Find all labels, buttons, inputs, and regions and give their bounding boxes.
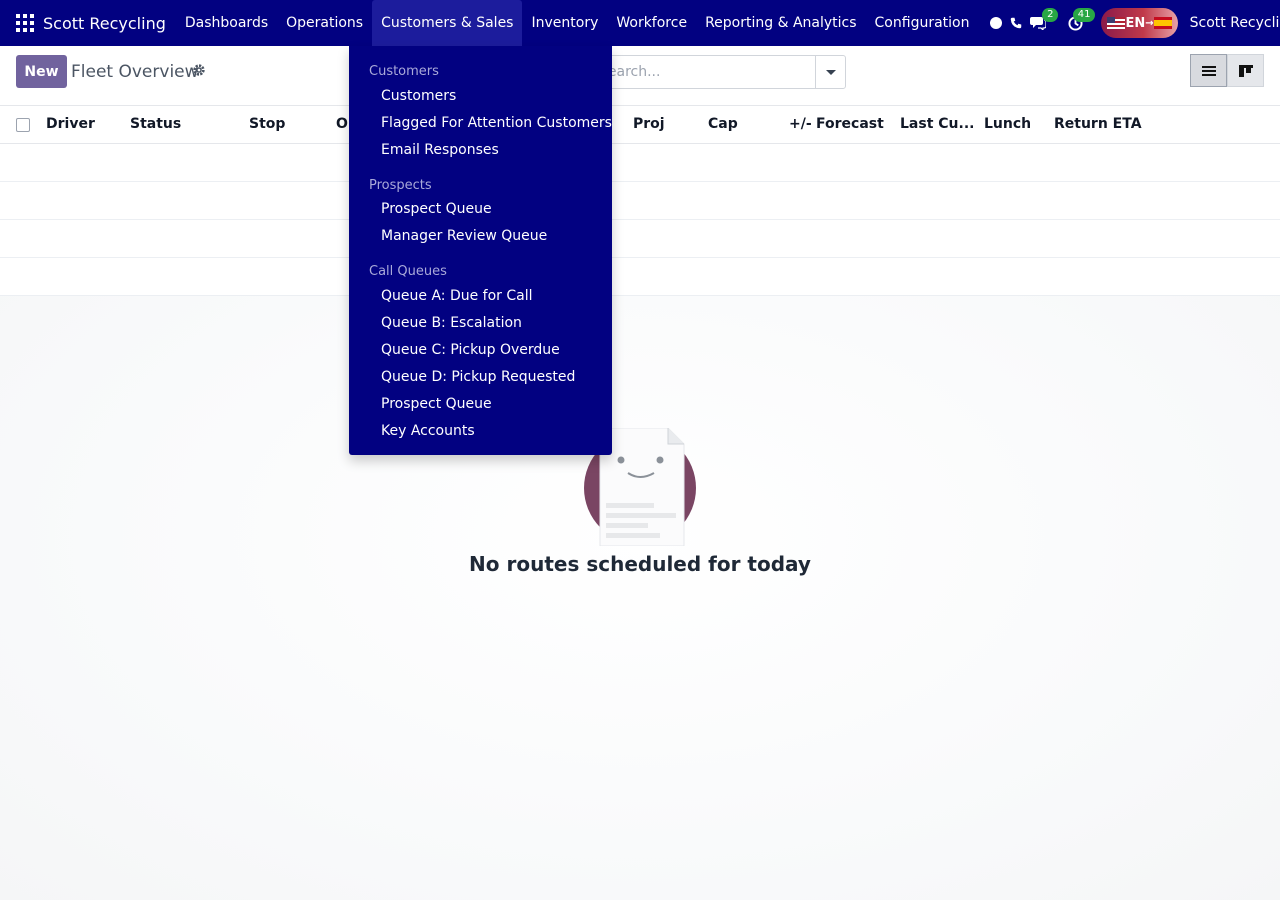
menu-customers-sales[interactable]: Customers & Sales: [372, 0, 523, 46]
dropdown-item-customers[interactable]: Customers: [381, 88, 456, 104]
dropdown-item-queue-a[interactable]: Queue A: Due for Call: [381, 288, 533, 304]
menu-inventory[interactable]: Inventory: [522, 0, 607, 46]
col-cap[interactable]: Cap: [708, 116, 738, 132]
arrow-right-icon: →: [1145, 17, 1154, 29]
dropdown-item-prospect-queue-2[interactable]: Prospect Queue: [381, 396, 492, 412]
menu-dashboards[interactable]: Dashboards: [176, 0, 277, 46]
apps-menu-icon[interactable]: [16, 14, 34, 32]
col-plus-minus[interactable]: +/-: [789, 116, 812, 132]
dropdown-item-prospect-queue[interactable]: Prospect Queue: [381, 201, 492, 217]
list-icon: [1201, 65, 1216, 76]
customers-sales-dropdown: Customers Customers Flagged For Attentio…: [349, 46, 612, 455]
menu-workforce[interactable]: Workforce: [607, 0, 696, 46]
dropdown-header-call-queues: Call Queues: [369, 264, 447, 279]
empty-row-divider: [0, 181, 1280, 182]
dropdown-item-queue-c[interactable]: Queue C: Pickup Overdue: [381, 342, 560, 358]
col-status[interactable]: Status: [130, 116, 181, 132]
us-flag-icon: [1107, 17, 1126, 29]
status-dot-icon[interactable]: [990, 17, 1003, 29]
list-view-button[interactable]: [1190, 54, 1227, 87]
dropdown-item-key-accounts[interactable]: Key Accounts: [381, 423, 475, 439]
view-switcher: [1190, 54, 1264, 87]
dropdown-item-queue-d[interactable]: Queue D: Pickup Requested: [381, 369, 575, 385]
activity-clock-icon[interactable]: 41: [1068, 7, 1096, 31]
menu-configuration[interactable]: Configuration: [866, 0, 979, 46]
caret-down-icon: [825, 69, 836, 75]
phone-icon[interactable]: [1010, 17, 1022, 29]
new-button[interactable]: New: [16, 55, 67, 88]
empty-state-background: [0, 296, 1280, 900]
chat-badge: 2: [1042, 8, 1059, 22]
dropdown-header-customers: Customers: [369, 64, 439, 79]
empty-row-divider: [0, 257, 1280, 258]
dropdown-item-manager-review-queue[interactable]: Manager Review Queue: [381, 228, 547, 244]
empty-row-divider: [0, 219, 1280, 220]
col-o[interactable]: O: [336, 116, 348, 132]
page-title: Fleet Overview: [71, 62, 199, 82]
table-header: Driver Status Stop O Proj Cap +/- Foreca…: [0, 106, 1280, 144]
kanban-icon: [1238, 64, 1253, 77]
dropdown-header-prospects: Prospects: [369, 178, 432, 193]
menu-operations[interactable]: Operations: [277, 0, 372, 46]
col-proj[interactable]: Proj: [633, 116, 665, 132]
language-switcher[interactable]: EN →: [1101, 8, 1178, 38]
activity-badge: 41: [1072, 7, 1096, 22]
control-panel: New Fleet Overview Search...: [0, 46, 1280, 106]
chat-icon[interactable]: 2: [1030, 8, 1059, 30]
dropdown-item-queue-b[interactable]: Queue B: Escalation: [381, 315, 522, 331]
brand-name[interactable]: Scott Recycling: [43, 14, 166, 33]
dropdown-item-flagged-customers[interactable]: Flagged For Attention Customers: [381, 115, 612, 131]
col-lunch[interactable]: Lunch: [984, 116, 1031, 132]
kanban-view-button[interactable]: [1227, 54, 1264, 87]
es-flag-icon: [1153, 17, 1172, 29]
col-driver[interactable]: Driver: [46, 116, 95, 132]
empty-state-message: No routes scheduled for today: [469, 552, 811, 576]
col-return-eta[interactable]: Return ETA: [1054, 116, 1142, 132]
dropdown-item-email-responses[interactable]: Email Responses: [381, 142, 499, 158]
top-navbar: Scott Recycling Dashboards Operations Cu…: [0, 0, 1280, 46]
gear-icon[interactable]: [192, 63, 206, 81]
col-last-cu[interactable]: Last Cu...: [900, 116, 974, 132]
col-stop[interactable]: Stop: [249, 116, 285, 132]
col-forecast[interactable]: Forecast: [816, 116, 884, 132]
systray: 2 41: [986, 7, 1096, 31]
company-name[interactable]: Scott Recycling: [1190, 15, 1280, 31]
search-options-toggle[interactable]: [815, 56, 845, 88]
search-box[interactable]: Search...: [590, 55, 846, 89]
language-code: EN: [1125, 15, 1146, 31]
menu-reporting-analytics[interactable]: Reporting & Analytics: [696, 0, 865, 46]
select-all-checkbox[interactable]: [16, 118, 30, 132]
